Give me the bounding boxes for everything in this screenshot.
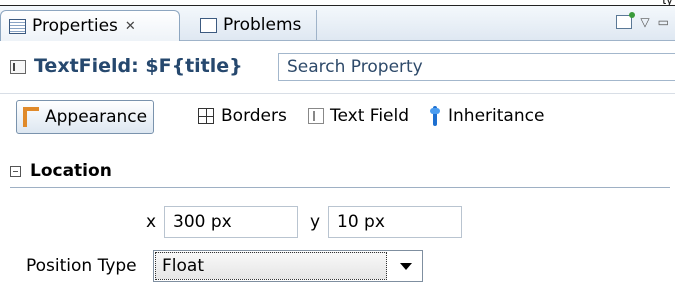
appearance-icon: [21, 107, 39, 127]
position-type-value: Float: [155, 252, 387, 280]
tab-borders[interactable]: Borders: [198, 100, 287, 132]
tab-inheritance[interactable]: Inheritance: [430, 100, 544, 132]
text-field-icon: [308, 108, 324, 124]
properties-icon: [9, 18, 26, 34]
problems-icon: [200, 17, 217, 33]
pin-view-icon[interactable]: [616, 12, 636, 29]
location-section-header[interactable]: Location: [10, 157, 670, 188]
search-property-input[interactable]: Search Property: [278, 53, 675, 81]
text-field-icon: [10, 60, 26, 74]
tab-appearance[interactable]: Appearance: [16, 100, 155, 134]
tab-text-field[interactable]: Text Field: [308, 100, 409, 132]
collapse-icon[interactable]: [10, 166, 21, 177]
y-field[interactable]: 10 px: [328, 206, 462, 238]
x-label: x: [146, 212, 157, 232]
tab-appearance-label: Appearance: [45, 107, 148, 127]
position-type-select[interactable]: Float: [153, 250, 423, 282]
close-icon[interactable]: ✕: [125, 19, 136, 34]
tab-problems-label: Problems: [223, 15, 302, 35]
y-label: y: [310, 212, 321, 232]
x-field[interactable]: 300 px: [164, 206, 298, 238]
section-tabs: Appearance Borders Text Field Inheritanc…: [0, 93, 675, 140]
tab-inheritance-label: Inheritance: [448, 106, 545, 126]
chevron-down-icon[interactable]: [400, 263, 412, 270]
view-tab-bar: Properties ✕ Problems ▽ ▭: [0, 5, 675, 41]
view-menu-icon[interactable]: ▽: [640, 15, 649, 29]
inheritance-icon: [430, 106, 440, 126]
location-section-title: Location: [30, 161, 112, 181]
element-title: TextField: $F{title}: [34, 55, 243, 77]
tab-properties-label: Properties: [32, 16, 118, 36]
view-toolbar: ▽ ▭: [616, 12, 669, 29]
tab-borders-label: Borders: [221, 106, 287, 126]
tab-text-field-label: Text Field: [330, 106, 410, 126]
position-type-label: Position Type: [26, 256, 137, 276]
minimize-icon[interactable]: ▭: [658, 15, 669, 29]
element-header: TextField: $F{title} Search Property: [0, 46, 675, 88]
tab-problems[interactable]: Problems: [192, 10, 317, 40]
tab-properties[interactable]: Properties ✕: [0, 10, 180, 41]
borders-icon: [198, 108, 214, 124]
